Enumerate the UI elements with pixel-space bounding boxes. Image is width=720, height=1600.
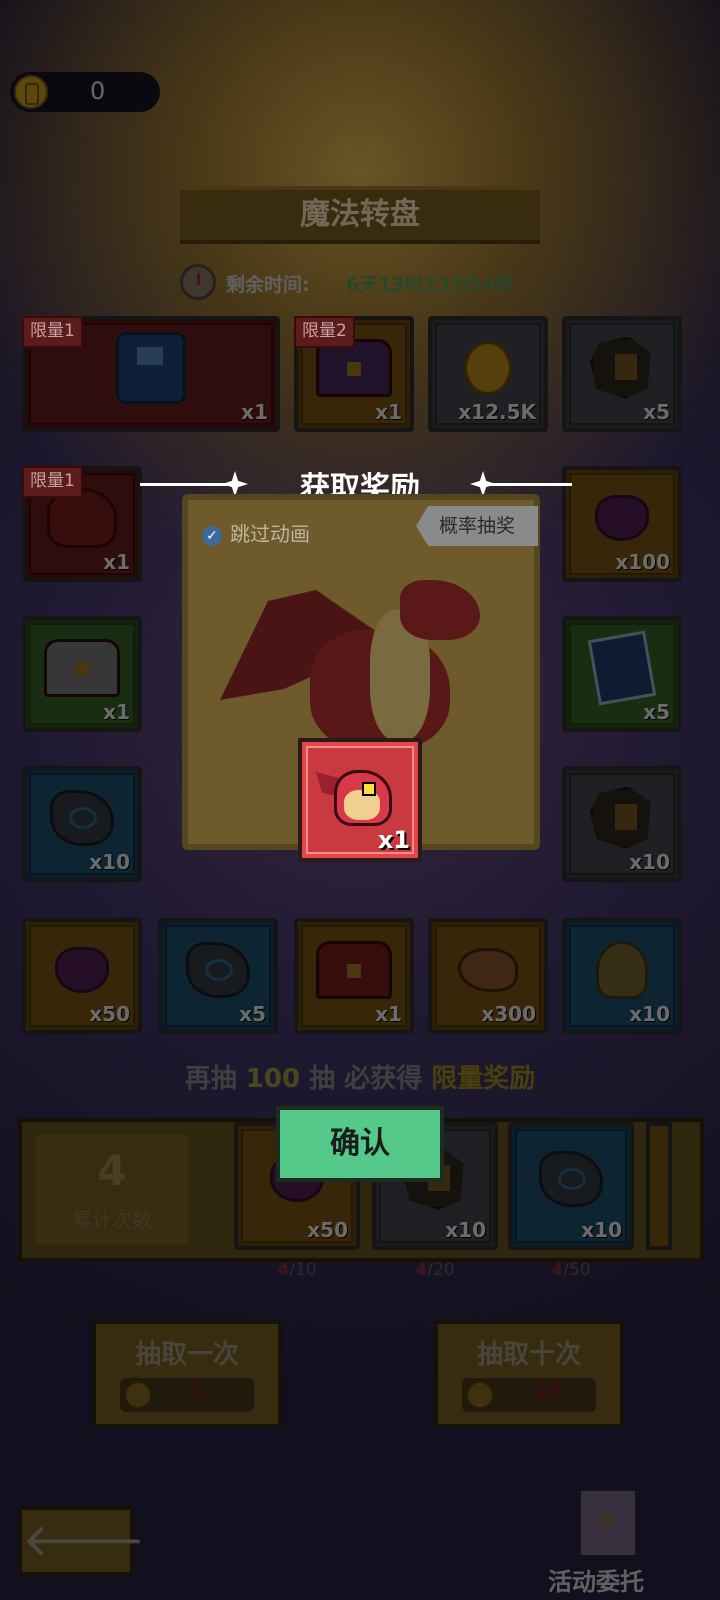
limit-badge: 限量2 xyxy=(294,316,355,348)
limit-badge: 限量1 xyxy=(22,316,83,348)
probability-tab[interactable]: 概率抽奖 xyxy=(416,506,538,546)
skip-animation-toggle[interactable]: 跳过动画 xyxy=(202,518,310,547)
limit-badge: 限量1 xyxy=(22,466,83,498)
reward-item-card[interactable]: x1 xyxy=(298,738,422,862)
reward-qty: x1 xyxy=(377,826,410,854)
confirm-button[interactable]: 确认 xyxy=(276,1106,444,1182)
